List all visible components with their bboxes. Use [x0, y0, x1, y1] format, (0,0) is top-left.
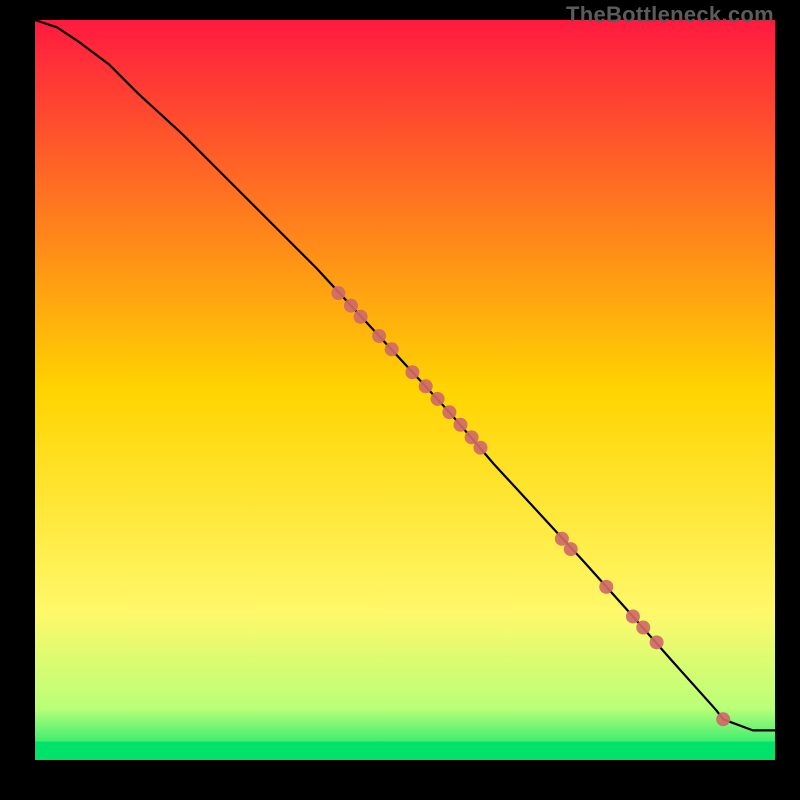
chart-svg — [35, 20, 775, 760]
chart-plot-area — [35, 20, 775, 760]
data-point-marker — [344, 299, 358, 313]
data-point-marker — [716, 712, 730, 726]
data-point-marker — [650, 635, 664, 649]
watermark-text: TheBottleneck.com — [566, 2, 774, 28]
data-point-marker — [431, 392, 445, 406]
data-point-marker — [442, 405, 456, 419]
data-point-marker — [331, 286, 345, 300]
data-point-marker — [405, 365, 419, 379]
data-point-marker — [372, 329, 386, 343]
data-point-marker — [626, 609, 640, 623]
data-point-marker — [419, 379, 433, 393]
data-point-marker — [599, 580, 613, 594]
data-point-marker — [564, 542, 578, 556]
chart-frame: TheBottleneck.com — [0, 0, 800, 800]
data-point-marker — [385, 342, 399, 356]
data-point-marker — [473, 441, 487, 455]
data-point-marker — [454, 418, 468, 432]
data-point-marker — [354, 310, 368, 324]
data-point-marker — [636, 621, 650, 635]
